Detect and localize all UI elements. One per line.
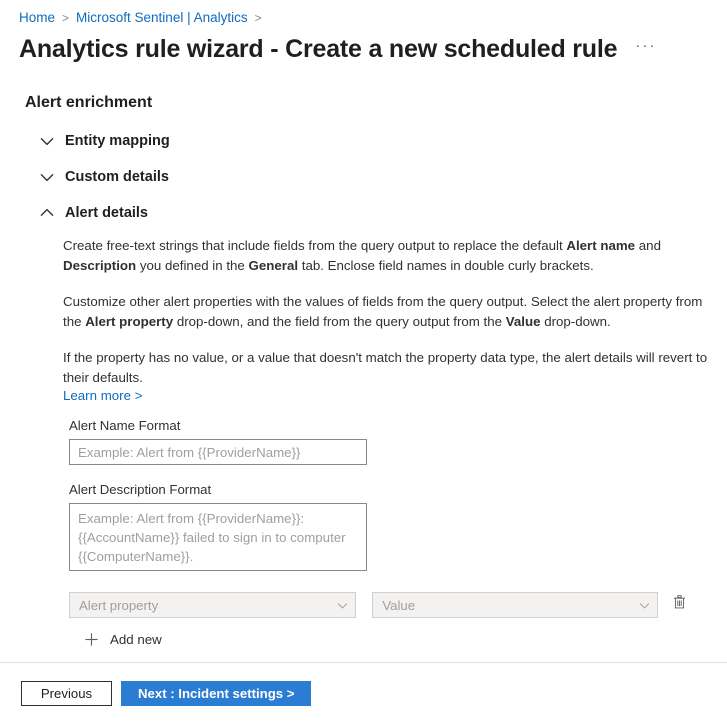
breadcrumb-separator-icon: >	[62, 9, 69, 27]
chevron-down-icon	[638, 599, 651, 612]
accordion-label: Entity mapping	[65, 133, 170, 149]
add-new-label: Add new	[110, 632, 162, 647]
alert-property-dropdown-value: Alert property	[79, 598, 336, 613]
breadcrumb-item-microsoft-sentinel-analytics[interactable]: Microsoft Sentinel | Analytics	[76, 9, 248, 27]
field-alert-description-format: Alert Description Format	[69, 482, 689, 571]
paragraph2-bold1: Alert property	[85, 314, 173, 329]
footer-actions: Previous Next : Incident settings >	[21, 681, 311, 706]
breadcrumb-item-home[interactable]: Home	[19, 9, 55, 27]
paragraph2-part3: drop-down.	[541, 314, 611, 329]
value-dropdown-value: Value	[382, 598, 637, 613]
paragraph1-bold1: Alert name	[566, 238, 635, 253]
paragraph2-part2: drop-down, and the field from the query …	[173, 314, 506, 329]
footer-divider	[0, 662, 727, 663]
chevron-down-icon	[336, 599, 349, 612]
learn-more-link[interactable]: Learn more >	[63, 386, 142, 405]
plus-icon	[84, 632, 110, 647]
accordion-label: Alert details	[65, 205, 148, 221]
accordion-item-alert-details[interactable]: Alert details	[38, 200, 718, 226]
page-title: Analytics rule wizard - Create a new sch…	[19, 33, 617, 65]
paragraph1-part1: Create free-text strings that include fi…	[63, 238, 566, 253]
add-new-button[interactable]: Add new	[84, 632, 189, 647]
alert-description-format-label: Alert Description Format	[69, 482, 689, 497]
chevron-down-icon	[38, 132, 65, 150]
section-heading-alert-enrichment: Alert enrichment	[25, 94, 152, 112]
accordion-item-custom-details[interactable]: Custom details	[38, 164, 718, 190]
trash-icon	[671, 594, 688, 616]
paragraph1-part4: tab. Enclose field names in double curly…	[298, 258, 594, 273]
delete-alert-property-button[interactable]	[670, 595, 689, 615]
next-incident-settings-button[interactable]: Next : Incident settings >	[121, 681, 311, 706]
field-alert-name-format: Alert Name Format	[69, 418, 689, 465]
alert-details-form: Alert Name Format Alert Description Form…	[69, 418, 689, 647]
chevron-up-icon	[38, 204, 65, 222]
paragraph1-bold3: General	[249, 258, 299, 273]
alert-name-format-label: Alert Name Format	[69, 418, 689, 433]
alert-description-format-textarea[interactable]	[69, 503, 367, 571]
alert-details-description: Create free-text strings that include fi…	[63, 236, 718, 405]
value-dropdown[interactable]: Value	[372, 592, 657, 618]
paragraph-alert-name-description: Create free-text strings that include fi…	[63, 236, 668, 275]
paragraph1-bold2: Description	[63, 258, 136, 273]
paragraph1-part3: you defined in the	[136, 258, 248, 273]
paragraph-customize-properties: Customize other alert properties with th…	[63, 292, 716, 331]
accordion-label: Custom details	[65, 169, 169, 185]
alert-name-format-input[interactable]	[69, 439, 367, 465]
breadcrumb-separator-icon: >	[255, 9, 262, 27]
alert-property-dropdown[interactable]: Alert property	[69, 592, 356, 618]
previous-button[interactable]: Previous	[21, 681, 112, 706]
breadcrumb: Home > Microsoft Sentinel | Analytics >	[19, 9, 269, 27]
accordion: Entity mapping Custom details Alert deta…	[38, 128, 718, 236]
paragraph2-bold2: Value	[506, 314, 541, 329]
chevron-down-icon	[38, 168, 65, 186]
alert-property-row: Alert property Value	[69, 592, 689, 618]
page-title-row: Analytics rule wizard - Create a new sch…	[19, 33, 656, 65]
more-options-icon[interactable]: ···	[635, 39, 656, 59]
paragraph1-part2: and	[635, 238, 661, 253]
accordion-item-entity-mapping[interactable]: Entity mapping	[38, 128, 718, 154]
paragraph-revert-defaults: If the property has no value, or a value…	[63, 348, 716, 387]
